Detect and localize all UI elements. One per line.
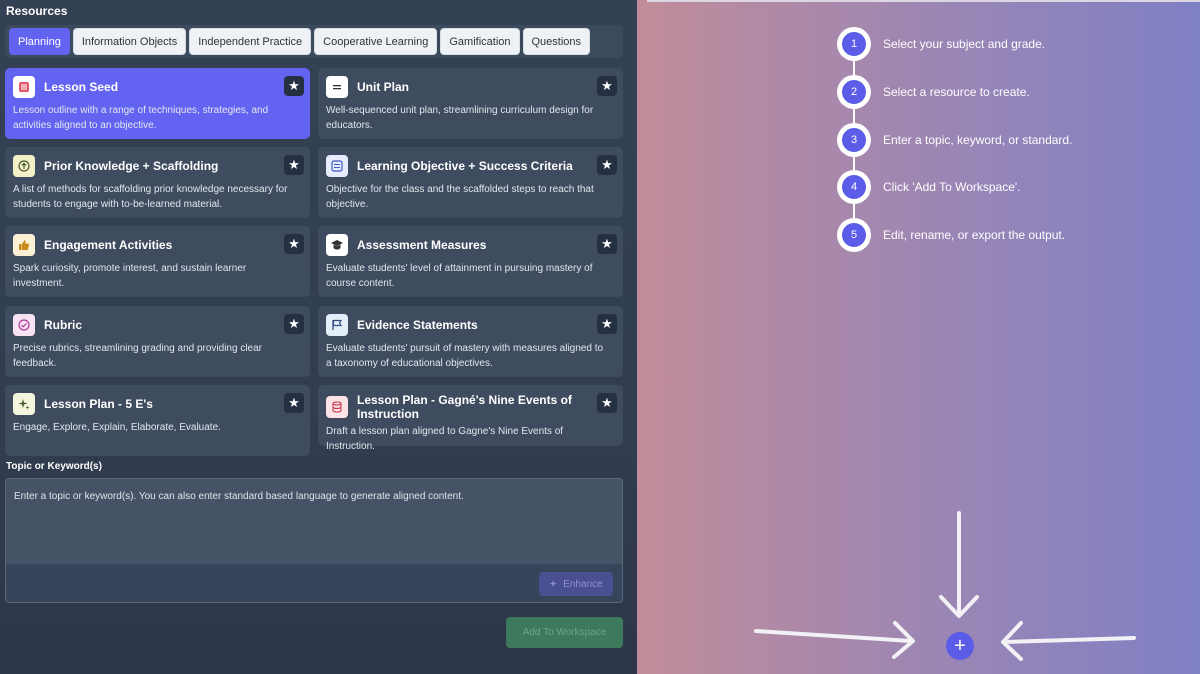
star-icon[interactable]: ★ [597,155,617,175]
card-description: Objective for the class and the scaffold… [326,184,594,210]
card-title: Unit Plan [357,80,410,94]
pointer-arrows-icon [754,511,1136,661]
star-icon[interactable]: ★ [597,314,617,334]
card-title: Rubric [44,318,83,332]
card-learning-objective-success-criteria[interactable]: Learning Objective + Success Criteria Ob… [318,147,623,218]
topic-input-footer: Enhance [6,564,622,602]
card-title: Engagement Activities [44,238,173,252]
card-title: Lesson Plan - Gagné's Nine Events of Ins… [357,393,572,421]
star-icon[interactable]: ★ [284,155,304,175]
card-description: Spark curiosity, promote interest, and s… [13,263,247,289]
card-title: Lesson Seed [44,80,119,94]
enhance-button[interactable]: Enhance [539,572,613,596]
workspace-panel: 1 Select your subject and grade. 2 Selec… [637,0,1200,674]
add-to-workspace-button[interactable]: Add To Workspace [506,617,623,648]
resources-panel: Resources Planning Information Objects I… [0,0,637,674]
tab-cooperative-learning[interactable]: Cooperative Learning [314,28,438,55]
card-lesson-seed[interactable]: Lesson Seed Lesson outline with a range … [5,68,310,139]
card-description: Evaluate students' pursuit of mastery wi… [326,343,604,369]
card-title: Prior Knowledge + Scaffolding [44,159,219,173]
card-description: Draft a lesson plan aligned to Gagne's N… [326,426,564,452]
card-lesson-plan-5e[interactable]: Lesson Plan - 5 E's Engage, Explore, Exp… [5,385,310,456]
card-prior-knowledge-scaffolding[interactable]: Prior Knowledge + Scaffolding A list of … [5,147,310,218]
document-lines-icon [326,76,348,98]
flag-icon [326,314,348,336]
topic-label: Topic or Keyword(s) [6,461,102,472]
card-description: Precise rubrics, streamlining grading an… [13,343,263,369]
enhance-label: Enhance [563,578,603,590]
star-icon[interactable]: ★ [284,76,304,96]
card-title: Lesson Plan - 5 E's [44,397,153,411]
tab-planning[interactable]: Planning [9,28,70,55]
card-title: Learning Objective + Success Criteria [357,159,573,173]
resources-title: Resources [6,4,68,18]
card-title: Assessment Measures [357,238,487,252]
star-icon[interactable]: ★ [597,393,617,413]
card-rubric[interactable]: Rubric Precise rubrics, streamlining gra… [5,306,310,377]
tab-information-objects[interactable]: Information Objects [72,28,187,55]
add-plus-button[interactable]: + [946,632,974,660]
thumbs-up-icon [13,234,35,256]
tab-questions[interactable]: Questions [522,28,591,55]
star-icon[interactable]: ★ [597,76,617,96]
card-description: Engage, Explore, Explain, Elaborate, Eva… [13,422,221,433]
card-lesson-plan-gagne[interactable]: Lesson Plan - Gagné's Nine Events of Ins… [318,385,623,452]
topic-input[interactable]: Enter a topic or keyword(s). You can als… [5,478,623,603]
star-icon[interactable]: ★ [284,393,304,413]
star-icon[interactable]: ★ [284,314,304,334]
sparkle-icon [549,579,558,588]
database-icon [326,396,348,418]
card-engagement-activities[interactable]: Engagement Activities Spark curiosity, p… [5,226,310,297]
graduation-cap-icon [326,234,348,256]
star-icon[interactable]: ★ [597,234,617,254]
card-description: Evaluate students' level of attainment i… [326,263,593,289]
card-description: Well-sequenced unit plan, streamlining c… [326,105,594,131]
card-description: A list of methods for scaffolding prior … [13,184,288,210]
tab-independent-practice[interactable]: Independent Practice [189,28,312,55]
resource-tabs: Planning Information Objects Independent… [5,25,623,58]
check-circle-icon [13,314,35,336]
list-icon [13,76,35,98]
card-assessment-measures[interactable]: Assessment Measures Evaluate students' l… [318,226,623,297]
tab-gamification[interactable]: Gamification [440,28,520,55]
star-icon[interactable]: ★ [284,234,304,254]
arrow-up-circle-icon [13,155,35,177]
card-evidence-statements[interactable]: Evidence Statements Evaluate students' p… [318,306,623,377]
checklist-icon [326,155,348,177]
topic-placeholder: Enter a topic or keyword(s). You can als… [14,491,464,502]
card-unit-plan[interactable]: Unit Plan Well-sequenced unit plan, stre… [318,68,623,139]
card-description: Lesson outline with a range of technique… [13,105,269,131]
card-title: Evidence Statements [357,318,478,332]
sparkle-icon [13,393,35,415]
